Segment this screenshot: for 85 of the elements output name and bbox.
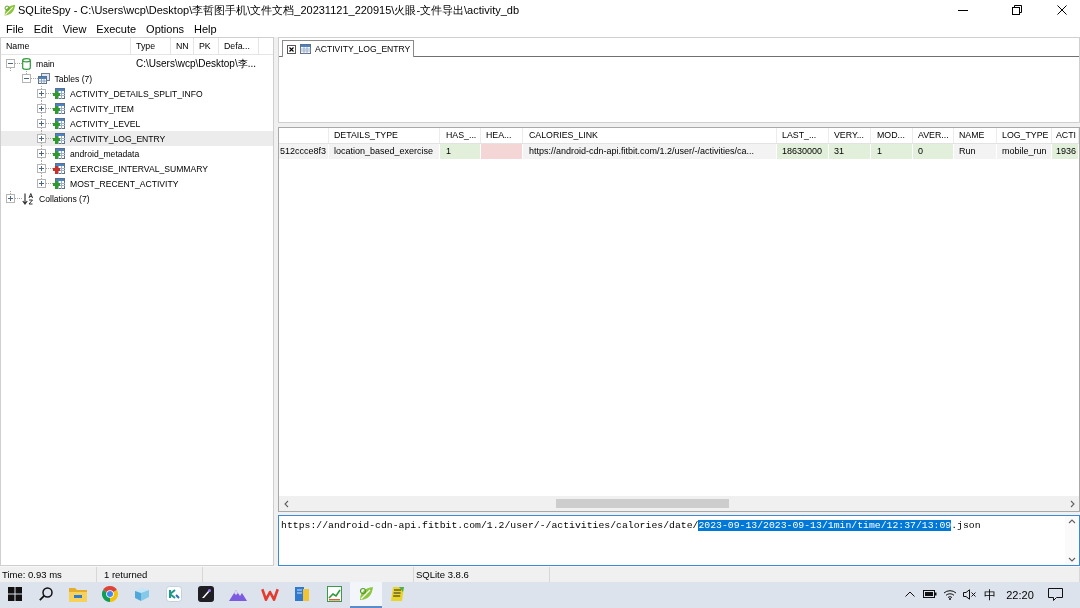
expand-icon[interactable]: [37, 164, 46, 173]
book-icon: [294, 586, 310, 602]
menu-item[interactable]: Help: [189, 20, 222, 37]
minimize-icon: [958, 9, 968, 11]
tree-label: ACTIVITY_DETAILS_SPLIT_INFO: [70, 88, 203, 99]
menu-item[interactable]: File: [1, 20, 29, 37]
cube-icon: [134, 587, 150, 601]
table-cell: https://android-cdn-api.fitbit.com/1.2/user/-/activities/ca...: [523, 144, 777, 159]
tree-row[interactable]: ACTIVITY_DETAILS_SPLIT_INFO: [1, 86, 273, 101]
tree-row[interactable]: ACTIVITY_ITEM: [1, 101, 273, 116]
battery-icon: [923, 590, 937, 598]
table-cell: [481, 144, 523, 159]
menu-item[interactable]: Execute: [91, 20, 142, 37]
tree-label: ACTIVITY_LOG_ENTRY: [70, 133, 166, 144]
table-icon: [300, 44, 311, 54]
tree-label: Tables (7): [54, 73, 93, 84]
expand-icon[interactable]: [37, 119, 46, 128]
tree-row[interactable]: ACTIVITY_LOG_ENTRY: [1, 131, 273, 146]
caret-up-icon: [905, 591, 915, 597]
table-cell: 0: [913, 144, 954, 159]
editor-tab[interactable]: ACTIVITY_LOG_ENTRY: [282, 40, 415, 57]
table-cell: location_based_exercise: [329, 144, 440, 159]
table-stack-icon: [37, 73, 50, 84]
chart-icon: [326, 586, 342, 602]
cell-value-field[interactable]: https://android-cdn-api.fitbit.com/1.2/user/-/activities/calories/date/2023-09-13/2023-09-13/1min/time/12:37/13:09.json: [278, 515, 1080, 566]
menu-item[interactable]: View: [57, 20, 92, 37]
menu-item[interactable]: Edit: [28, 20, 58, 37]
table-cell: 1: [440, 144, 481, 159]
close-icon[interactable]: [287, 44, 296, 54]
start-icon: [8, 587, 22, 601]
wifi-icon: [943, 588, 957, 600]
zigzag-icon: [261, 587, 279, 601]
speaker-muted-icon: [963, 588, 977, 600]
window-title: SQLiteSpy - C:\Users\wcp\Desktop\李哲图手机\文件文档_20231121_220915\火眼-文件导出\activity_db: [18, 2, 520, 18]
tree-label: MOST_RECENT_ACTIVITY: [70, 178, 179, 189]
tile-logo-icon: [166, 586, 182, 602]
collapse-icon[interactable]: [6, 59, 15, 68]
clock[interactable]: 22:20: [1000, 582, 1040, 608]
tree-row[interactable]: Collations (7): [1, 191, 273, 206]
horizontal-scrollbar[interactable]: [279, 496, 1079, 511]
leaf-icon: [3, 3, 16, 17]
expand-icon[interactable]: [37, 179, 46, 188]
tree-label: EXERCISE_INTERVAL_SUMMARY: [70, 163, 209, 174]
expand-icon[interactable]: [37, 149, 46, 158]
tree-detail: C:\Users\wcp\Desktop\李...: [135, 56, 257, 71]
close-icon: [1057, 5, 1067, 15]
message-icon: [1047, 587, 1063, 601]
dark-tile-icon: [198, 586, 214, 602]
expand-icon[interactable]: [37, 89, 46, 98]
table-cell: 18630000: [777, 144, 829, 159]
chevron-up-icon[interactable]: [1068, 518, 1076, 526]
leaf-icon: [358, 586, 374, 602]
sheet-icon: [390, 586, 406, 602]
tree-row[interactable]: Tables (7): [1, 71, 273, 86]
table-cell: 31: [829, 144, 871, 159]
search-icon: [39, 587, 53, 601]
table-cell: 1: [871, 144, 913, 159]
sort-icon: [22, 192, 34, 205]
table-cell: mobile_run: [997, 144, 1052, 159]
expand-icon[interactable]: [6, 194, 15, 203]
tree-label: Collations (7): [39, 193, 90, 204]
scrollbar-thumb[interactable]: [556, 499, 729, 508]
table-cell: 512ccce8f3: [279, 144, 329, 159]
tree-row[interactable]: EXERCISE_INTERVAL_SUMMARY: [1, 161, 273, 176]
vertical-scrollbar[interactable]: [1065, 516, 1079, 565]
input-method-indicator[interactable]: 中: [980, 582, 1000, 608]
tree-row[interactable]: MOST_RECENT_ACTIVITY: [1, 176, 273, 191]
expand-icon[interactable]: [37, 134, 46, 143]
expand-icon[interactable]: [37, 104, 46, 113]
database-icon: [22, 57, 31, 70]
table-cell: 1936: [1052, 144, 1079, 159]
chevron-left-icon[interactable]: [282, 499, 291, 508]
tree-label: main: [36, 58, 55, 69]
restore-icon: [1012, 5, 1022, 15]
collapse-icon[interactable]: [21, 74, 31, 83]
tree-row[interactable]: main C:\Users\wcp\Desktop\李...: [1, 56, 273, 71]
chevron-down-icon[interactable]: [1068, 555, 1076, 563]
table-cell: Run: [954, 144, 997, 159]
tree-label: android_metadata: [70, 148, 140, 159]
tree-label: ACTIVITY_LEVEL: [70, 118, 141, 129]
round-logo-icon: [102, 586, 118, 602]
tree-row[interactable]: android_metadata: [1, 146, 273, 161]
tree-label: ACTIVITY_ITEM: [70, 103, 134, 114]
menu-item[interactable]: Options: [141, 20, 190, 37]
folder-icon: [69, 586, 87, 602]
